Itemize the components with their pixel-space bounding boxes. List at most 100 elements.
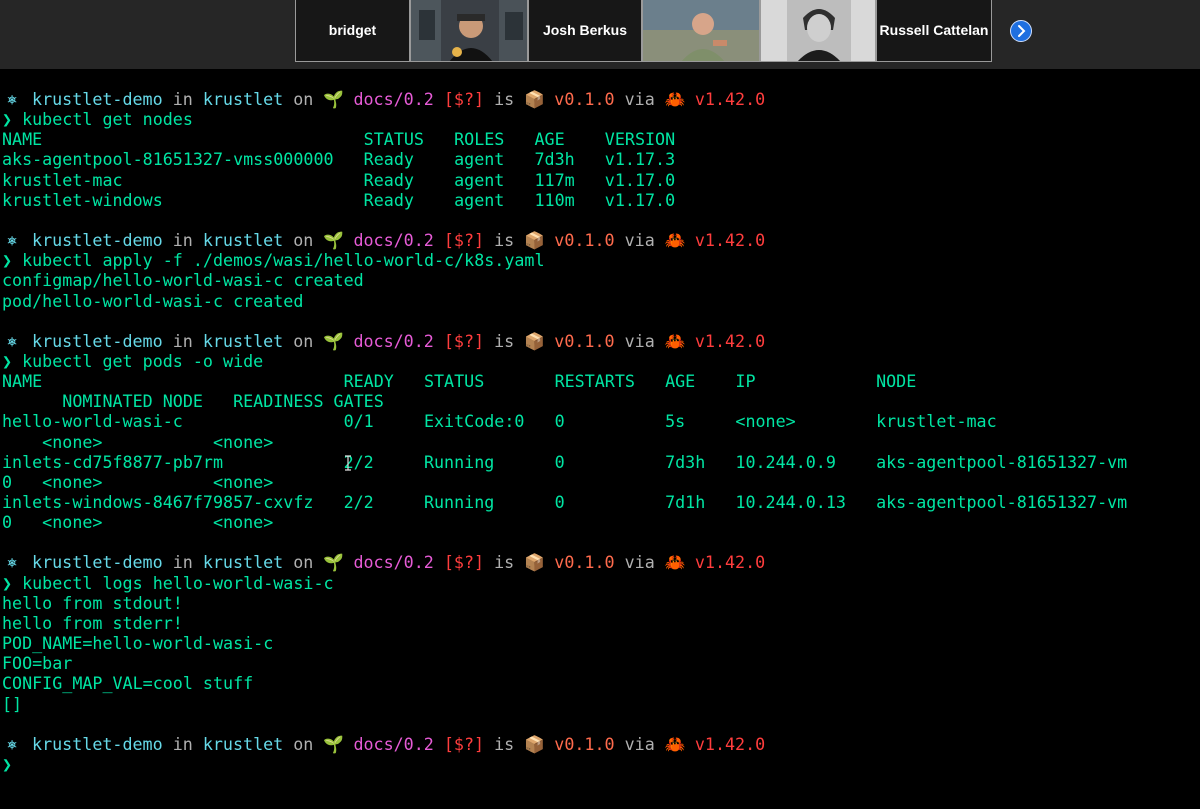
output-line: hello from stderr! xyxy=(2,613,183,633)
participant-video-tile[interactable] xyxy=(642,0,760,62)
kubernetes-helm-icon: ⎈ xyxy=(6,230,18,251)
output-text: 0 <none> <none> xyxy=(2,512,274,533)
output-line: 0 <none> <none> xyxy=(2,472,273,492)
video-feed xyxy=(643,0,759,61)
output-line: NAME READY STATUS RESTARTS AGE IP NODE xyxy=(2,371,916,391)
prompt-word-in: in xyxy=(172,89,193,109)
git-status: [$?] xyxy=(443,733,485,754)
prompt-word-is: is xyxy=(494,89,515,109)
output-text: POD_NAME=hello-world-wasi-c xyxy=(2,633,274,654)
output-text: hello from stderr! xyxy=(2,612,183,633)
output-line: 0 <none> <none> xyxy=(2,512,273,532)
output-line: inlets-cd75f8877-pb7rm 2/2 Running 0 7d3… xyxy=(2,452,1127,472)
prompt-caret: ❯ xyxy=(2,350,13,371)
output-line: configmap/hello-world-wasi-c created xyxy=(2,270,364,290)
shell-prompt: ⎈ krustlet-demo in krustlet on 🌱 docs/0.… xyxy=(2,734,765,754)
command-text: kubectl apply -f ./demos/wasi/hello-worl… xyxy=(22,250,545,271)
prompt-word-in: in xyxy=(172,230,193,251)
git-branch-icon: 🌱 xyxy=(323,230,345,251)
prompt-word-on: on xyxy=(293,230,314,251)
command-text: kubectl get pods -o wide xyxy=(22,350,264,371)
package-icon: 📦 xyxy=(524,733,546,754)
participant-video-tile[interactable] xyxy=(410,0,528,62)
output-text: CONFIG_MAP_VAL=cool stuff xyxy=(2,673,254,694)
shell-prompt: ⎈ krustlet-demo in krustlet on 🌱 docs/0.… xyxy=(2,230,765,250)
participant-strip: bridget Josh Berkus Russell Cattelan xyxy=(0,0,1200,69)
output-text: FOO=bar xyxy=(2,653,73,674)
prompt-word-on: on xyxy=(293,552,314,573)
prompt-repository: krustlet xyxy=(202,89,284,109)
participant-tile-russell-cattelan[interactable]: Russell Cattelan xyxy=(876,0,992,62)
git-branch-name: docs/0.2 xyxy=(353,230,434,251)
prompt-word-via: via xyxy=(624,733,655,754)
prompt-word-in: in xyxy=(172,330,193,351)
output-text: NOMINATED NODE READINESS GATES xyxy=(2,391,384,412)
output-line: aks-agentpool-81651327-vmss000000 Ready … xyxy=(2,149,675,169)
output-text: <none> <none> xyxy=(2,431,274,452)
output-text: hello from stdout! xyxy=(2,592,183,613)
prompt-repository: krustlet xyxy=(202,733,284,754)
output-line: krustlet-windows Ready agent 110m v1.17.… xyxy=(2,190,675,210)
output-line: [] xyxy=(2,694,22,714)
chevron-right-icon xyxy=(1018,25,1026,37)
rust-version: v1.42.0 xyxy=(694,552,766,573)
git-status: [$?] xyxy=(443,89,485,109)
git-status: [$?] xyxy=(443,230,485,251)
package-version: v0.1.0 xyxy=(554,733,615,754)
output-line: NOMINATED NODE READINESS GATES xyxy=(2,391,384,411)
prompt-word-via: via xyxy=(624,330,655,351)
prompt-word-in: in xyxy=(172,733,193,754)
package-version: v0.1.0 xyxy=(554,230,615,251)
git-branch-name: docs/0.2 xyxy=(353,330,434,351)
participant-name: Russell Cattelan xyxy=(879,22,989,38)
participant-video-tile[interactable] xyxy=(760,0,876,62)
prompt-caret: ❯ xyxy=(2,250,13,271)
output-line: NAME STATUS ROLES AGE VERSION xyxy=(2,129,675,149)
prompt-word-via: via xyxy=(624,89,655,109)
mouse-ibeam-cursor-icon xyxy=(345,455,351,471)
prompt-word-is: is xyxy=(494,552,515,573)
kubernetes-helm-icon: ⎈ xyxy=(6,733,18,754)
command-line: ❯ kubectl apply -f ./demos/wasi/hello-wo… xyxy=(2,250,545,270)
output-text: pod/hello-world-wasi-c created xyxy=(2,290,304,311)
package-version: v0.1.0 xyxy=(554,552,615,573)
rust-crab-icon: 🦀 xyxy=(664,89,686,109)
prompt-directory: krustlet-demo xyxy=(32,330,163,351)
git-branch-name: docs/0.2 xyxy=(353,733,434,754)
git-branch-name: docs/0.2 xyxy=(353,552,434,573)
prompt-word-on: on xyxy=(293,733,314,754)
prompt-directory: krustlet-demo xyxy=(32,230,163,251)
package-version: v0.1.0 xyxy=(554,89,615,109)
output-text: krustlet-windows Ready agent 110m v1.17.… xyxy=(2,189,676,210)
command-line: ❯ kubectl get pods -o wide xyxy=(2,351,263,371)
output-text: inlets-cd75f8877-pb7rm 2/2 Running 0 7d3… xyxy=(2,451,1128,472)
prompt-repository: krustlet xyxy=(202,330,284,351)
output-text: krustlet-mac Ready agent 117m v1.17.0 xyxy=(2,169,676,190)
command-line: ❯ kubectl get nodes xyxy=(2,109,193,129)
participant-name: bridget xyxy=(328,22,377,38)
git-branch-icon: 🌱 xyxy=(323,330,345,351)
command-line: ❯ kubectl logs hello-world-wasi-c xyxy=(2,573,334,593)
rust-version: v1.42.0 xyxy=(694,733,766,754)
participant-tile-bridget[interactable]: bridget xyxy=(295,0,410,62)
prompt-directory: krustlet-demo xyxy=(32,89,163,109)
rust-version: v1.42.0 xyxy=(694,89,766,109)
prompt-word-in: in xyxy=(172,552,193,573)
prompt-repository: krustlet xyxy=(202,230,284,251)
prompt-caret: ❯ xyxy=(2,109,13,130)
prompt-caret: ❯ xyxy=(2,753,13,774)
video-feed xyxy=(761,0,875,61)
output-line: hello-world-wasi-c 0/1 ExitCode:0 0 5s <… xyxy=(2,411,997,431)
package-version: v0.1.0 xyxy=(554,330,615,351)
prompt-word-on: on xyxy=(293,89,314,109)
rust-crab-icon: 🦀 xyxy=(664,552,686,573)
shell-prompt: ⎈ krustlet-demo in krustlet on 🌱 docs/0.… xyxy=(2,331,765,351)
output-line: krustlet-mac Ready agent 117m v1.17.0 xyxy=(2,170,675,190)
output-line: FOO=bar xyxy=(2,653,72,673)
terminal-window[interactable]: ⎈ krustlet-demo in krustlet on 🌱 docs/0.… xyxy=(0,89,1200,809)
next-participants-button[interactable] xyxy=(1010,20,1032,42)
kubernetes-helm-icon: ⎈ xyxy=(6,330,18,351)
participant-tile-josh-berkus[interactable]: Josh Berkus xyxy=(528,0,642,62)
shell-prompt: ⎈ krustlet-demo in krustlet on 🌱 docs/0.… xyxy=(2,89,765,109)
output-line: hello from stdout! xyxy=(2,593,183,613)
